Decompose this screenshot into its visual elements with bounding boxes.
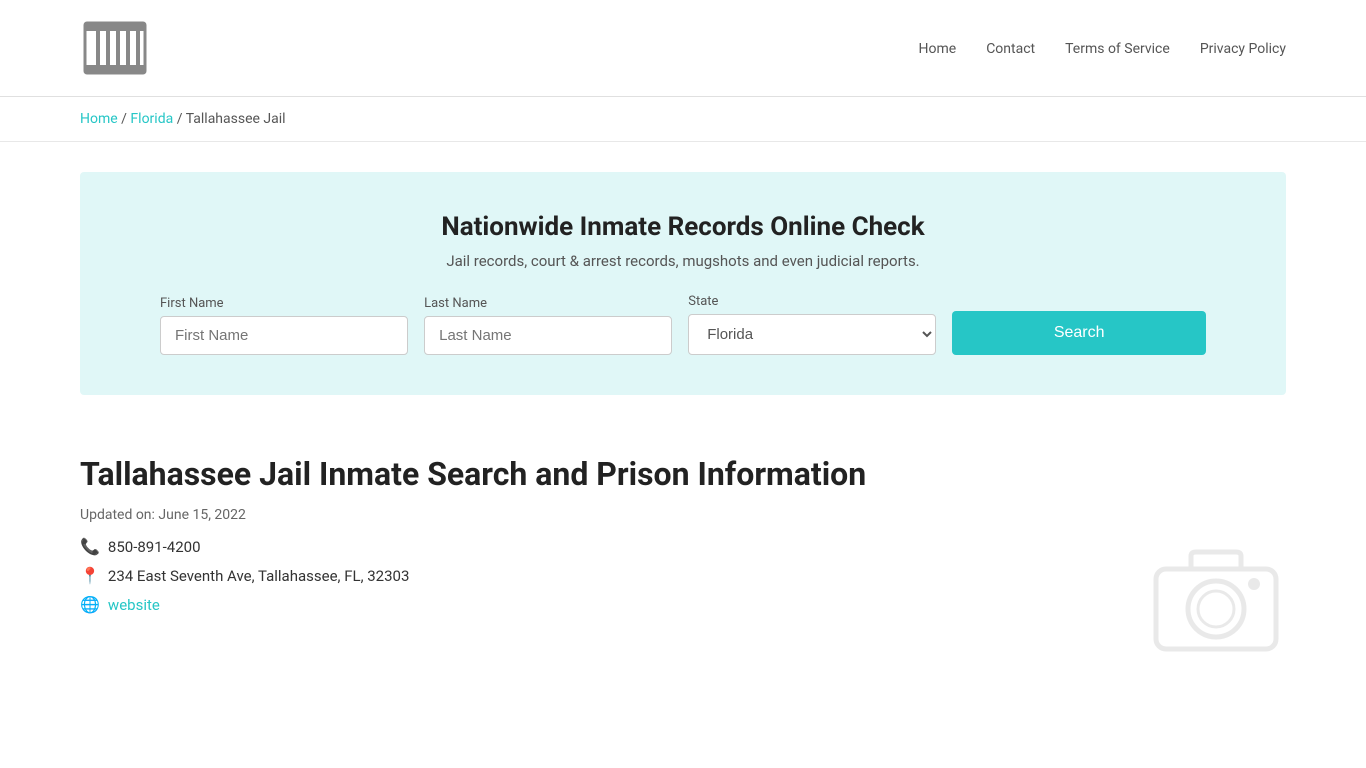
website-row: 🌐 website <box>80 595 1286 614</box>
site-header: Home Contact Terms of Service Privacy Po… <box>0 0 1366 97</box>
breadcrumb-current: Tallahassee Jail <box>186 111 286 127</box>
nav-privacy[interactable]: Privacy Policy <box>1200 41 1286 57</box>
location-icon: 📍 <box>80 566 100 585</box>
banner-title: Nationwide Inmate Records Online Check <box>160 212 1206 242</box>
banner-subtitle: Jail records, court & arrest records, mu… <box>160 252 1206 270</box>
state-label: State <box>688 294 936 309</box>
globe-icon: 🌐 <box>80 595 100 614</box>
jail-logo-icon <box>80 18 150 78</box>
address-row: 📍 234 East Seventh Ave, Tallahassee, FL,… <box>80 566 1286 585</box>
updated-date: Updated on: June 15, 2022 <box>80 507 1286 523</box>
state-select[interactable]: Florida Alabama Georgia Texas <box>688 314 936 355</box>
website-link[interactable]: website <box>108 596 160 614</box>
page-title: Tallahassee Jail Inmate Search and Priso… <box>80 455 1286 493</box>
breadcrumb-separator-2: / <box>177 111 186 127</box>
state-group: State Florida Alabama Georgia Texas <box>688 294 936 355</box>
search-button[interactable]: Search <box>952 311 1206 355</box>
search-banner: Nationwide Inmate Records Online Check J… <box>80 172 1286 395</box>
phone-row: 📞 850-891-4200 <box>80 537 1286 556</box>
last-name-label: Last Name <box>424 296 672 311</box>
breadcrumb-home[interactable]: Home <box>80 111 118 127</box>
first-name-input[interactable] <box>160 316 408 355</box>
search-form: First Name Last Name State Florida Alaba… <box>160 294 1206 355</box>
nav-terms[interactable]: Terms of Service <box>1065 41 1170 57</box>
main-nav: Home Contact Terms of Service Privacy Po… <box>919 39 1287 57</box>
main-content: Tallahassee Jail Inmate Search and Priso… <box>0 425 1366 664</box>
address-text: 234 East Seventh Ave, Tallahassee, FL, 3… <box>108 567 409 585</box>
nav-contact[interactable]: Contact <box>986 41 1035 57</box>
breadcrumb-state[interactable]: Florida <box>130 111 173 127</box>
phone-icon: 📞 <box>80 537 100 556</box>
phone-number: 850-891-4200 <box>108 538 201 556</box>
first-name-label: First Name <box>160 296 408 311</box>
last-name-input[interactable] <box>424 316 672 355</box>
nav-home[interactable]: Home <box>919 41 957 57</box>
camera-icon <box>1146 534 1286 664</box>
last-name-group: Last Name <box>424 296 672 355</box>
first-name-group: First Name <box>160 296 408 355</box>
photo-placeholder <box>1146 534 1286 664</box>
logo[interactable] <box>80 18 150 78</box>
breadcrumb: Home / Florida / Tallahassee Jail <box>0 97 1366 142</box>
